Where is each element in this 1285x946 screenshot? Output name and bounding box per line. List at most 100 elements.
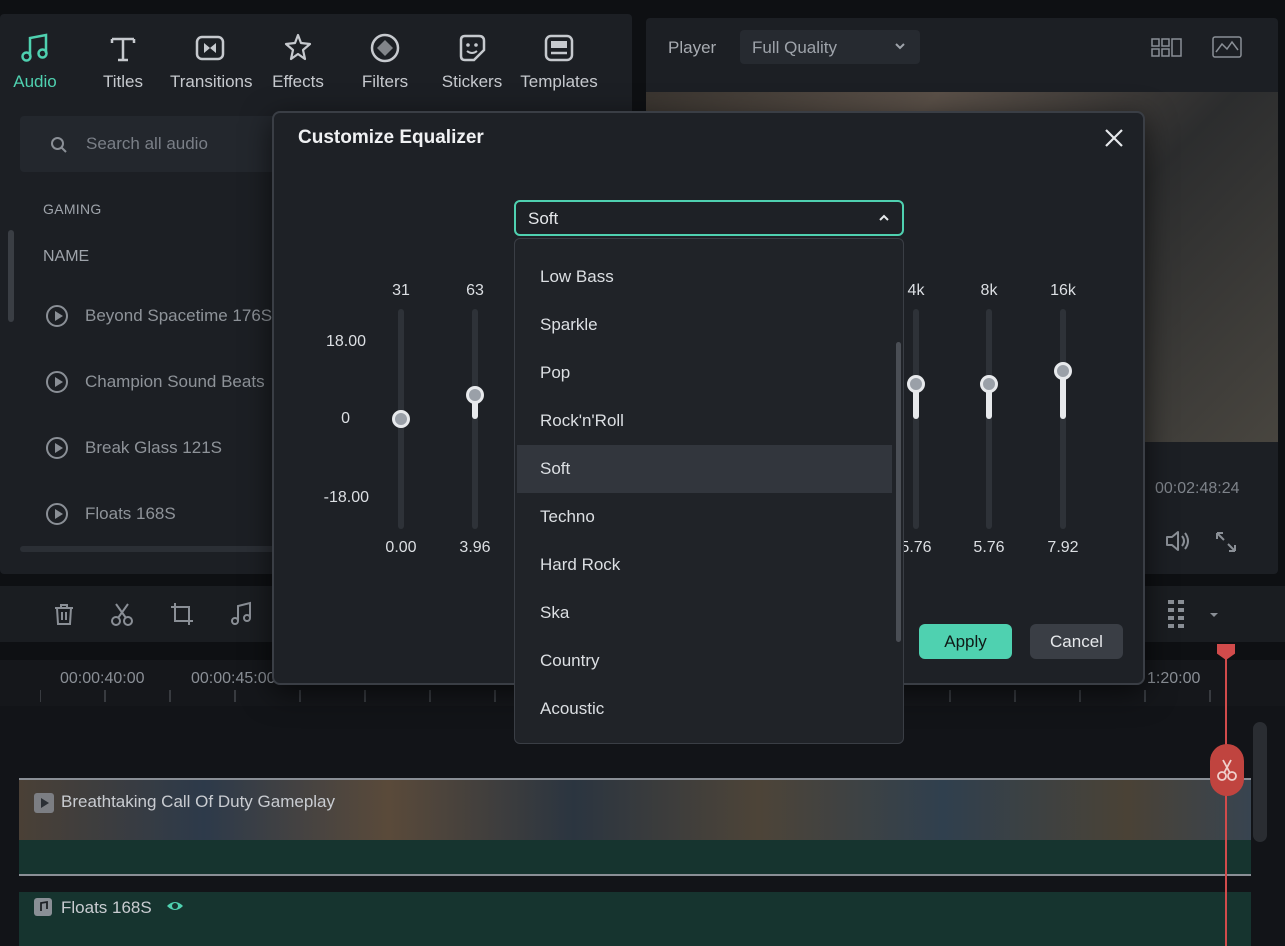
search-input[interactable]: Search all audio xyxy=(20,116,290,172)
audio-item[interactable]: Beyond Spacetime 176S xyxy=(46,302,276,332)
audio-edit-icon[interactable] xyxy=(228,600,256,628)
ruler-time-label: 00:00:45:00 xyxy=(191,670,276,687)
dropdown-option[interactable]: Sparkle xyxy=(517,301,892,349)
delete-icon[interactable] xyxy=(50,600,78,628)
dialog-title: Customize Equalizer xyxy=(298,127,484,148)
quality-value: Full Quality xyxy=(752,38,838,57)
dropdown-option[interactable]: Country xyxy=(517,637,892,685)
effects-icon xyxy=(284,33,312,61)
titles-icon xyxy=(110,37,136,62)
grid-menu-icon[interactable] xyxy=(1166,598,1190,632)
grid-view-icon[interactable] xyxy=(1151,38,1183,58)
dropdown-option[interactable]: Rock'n'Roll xyxy=(517,397,892,445)
tab-filters[interactable]: Filters xyxy=(345,30,425,92)
play-icon[interactable] xyxy=(46,371,68,393)
play-icon[interactable] xyxy=(46,437,68,459)
cut-icon[interactable] xyxy=(108,600,136,628)
tab-transitions[interactable]: Transitions xyxy=(170,30,253,92)
eq-slider-knob[interactable] xyxy=(1054,361,1072,380)
eq-band-value: 5.76 xyxy=(973,539,1005,556)
library-scrollbar[interactable] xyxy=(8,230,14,322)
search-icon xyxy=(51,137,67,153)
eq-slider-track[interactable] xyxy=(472,309,478,529)
scale-mid-label: 0 xyxy=(341,410,350,427)
eq-band-value: 3.96 xyxy=(459,539,491,556)
waveform-view-icon[interactable] xyxy=(1212,36,1242,58)
ruler-time-label: 1:20:00 xyxy=(1147,670,1201,687)
tab-templates-label: Templates xyxy=(520,72,598,91)
search-placeholder: Search all audio xyxy=(86,134,208,153)
video-clip-icon xyxy=(34,793,54,813)
preset-dropdown: Low Bass Sparkle Pop Rock'n'Roll Soft Te… xyxy=(514,238,904,744)
tab-titles-label: Titles xyxy=(103,72,143,91)
audio-item-label: Champion Sound Beats xyxy=(85,372,265,391)
split-button[interactable] xyxy=(1210,744,1244,796)
playhead[interactable] xyxy=(1225,648,1227,946)
dropdown-option[interactable]: Ska xyxy=(517,589,892,637)
eq-band-freq: 63 xyxy=(466,282,484,299)
music-note-icon xyxy=(21,33,48,62)
tab-effects-label: Effects xyxy=(272,72,324,91)
chevron-up-icon xyxy=(879,214,889,221)
eq-band-freq: 16k xyxy=(1050,282,1076,299)
library-hscrollbar[interactable] xyxy=(20,546,275,552)
audio-item[interactable]: Break Glass 121S xyxy=(46,434,276,464)
dropdown-option[interactable]: Low Bass xyxy=(517,253,892,301)
scissors-icon xyxy=(1217,759,1237,781)
video-audio-waveform[interactable] xyxy=(19,840,1251,876)
close-icon[interactable] xyxy=(1100,124,1128,152)
eq-slider-track[interactable] xyxy=(986,309,992,529)
tab-templates[interactable]: Templates xyxy=(519,30,599,92)
tab-stickers[interactable]: Stickers xyxy=(432,30,512,92)
quality-select[interactable]: Full Quality xyxy=(740,30,920,64)
cancel-button[interactable]: Cancel xyxy=(1030,624,1123,659)
eq-slider-track[interactable] xyxy=(913,309,919,529)
music-clip-label: Floats 168S xyxy=(61,898,152,917)
filters-icon xyxy=(370,33,400,63)
scale-min-label: -18.00 xyxy=(323,489,369,506)
dropdown-scrollbar[interactable] xyxy=(896,342,901,642)
eq-slider-knob[interactable] xyxy=(466,385,484,404)
dropdown-option-selected[interactable]: Soft xyxy=(517,445,892,493)
top-strip xyxy=(0,0,1285,14)
tab-titles[interactable]: Titles xyxy=(83,30,163,92)
stickers-icon xyxy=(459,34,486,62)
tab-audio[interactable]: Audio xyxy=(0,30,75,92)
apply-button[interactable]: Apply xyxy=(919,624,1012,659)
eq-band-freq: 31 xyxy=(392,282,410,299)
eq-slider-track[interactable] xyxy=(1060,309,1066,529)
templates-icon xyxy=(544,34,574,62)
tab-filters-label: Filters xyxy=(361,72,409,91)
dropdown-option[interactable]: Techno xyxy=(517,493,892,541)
player-label: Player xyxy=(668,38,717,57)
fullscreen-icon[interactable] xyxy=(1214,530,1238,554)
eq-slider-knob[interactable] xyxy=(907,374,925,393)
dropdown-option[interactable]: Acoustic xyxy=(517,685,892,733)
tab-effects[interactable]: Effects xyxy=(258,30,338,92)
audio-item[interactable]: Champion Sound Beats xyxy=(46,368,276,398)
video-clip-label: Breathtaking Call Of Duty Gameplay xyxy=(61,792,336,811)
eq-slider-knob[interactable] xyxy=(392,410,410,428)
music-clip-icon xyxy=(34,898,52,916)
play-icon[interactable] xyxy=(46,305,68,327)
transitions-icon xyxy=(195,35,225,61)
audio-item[interactable]: Floats 168S xyxy=(46,500,276,530)
eq-slider-knob[interactable] xyxy=(980,374,998,393)
chevron-down-icon xyxy=(895,43,905,50)
eq-band-freq: 8k xyxy=(980,282,998,299)
name-column-header: NAME xyxy=(43,248,90,265)
playhead-handle[interactable] xyxy=(1217,644,1235,660)
crop-icon[interactable] xyxy=(168,600,196,628)
chevron-down-icon[interactable] xyxy=(1208,610,1220,620)
dropdown-option[interactable]: Pop xyxy=(517,349,892,397)
timeline-vscrollbar[interactable] xyxy=(1253,722,1267,842)
play-icon[interactable] xyxy=(46,503,68,525)
music-clip[interactable] xyxy=(19,892,1251,946)
link-icon xyxy=(167,902,183,910)
tab-audio-label: Audio xyxy=(13,72,57,91)
volume-icon[interactable] xyxy=(1164,528,1192,554)
scale-max-label: 18.00 xyxy=(325,333,366,350)
preset-select[interactable]: Soft xyxy=(514,200,904,236)
dropdown-option[interactable]: Hard Rock xyxy=(517,541,892,589)
preset-value: Soft xyxy=(528,209,559,228)
